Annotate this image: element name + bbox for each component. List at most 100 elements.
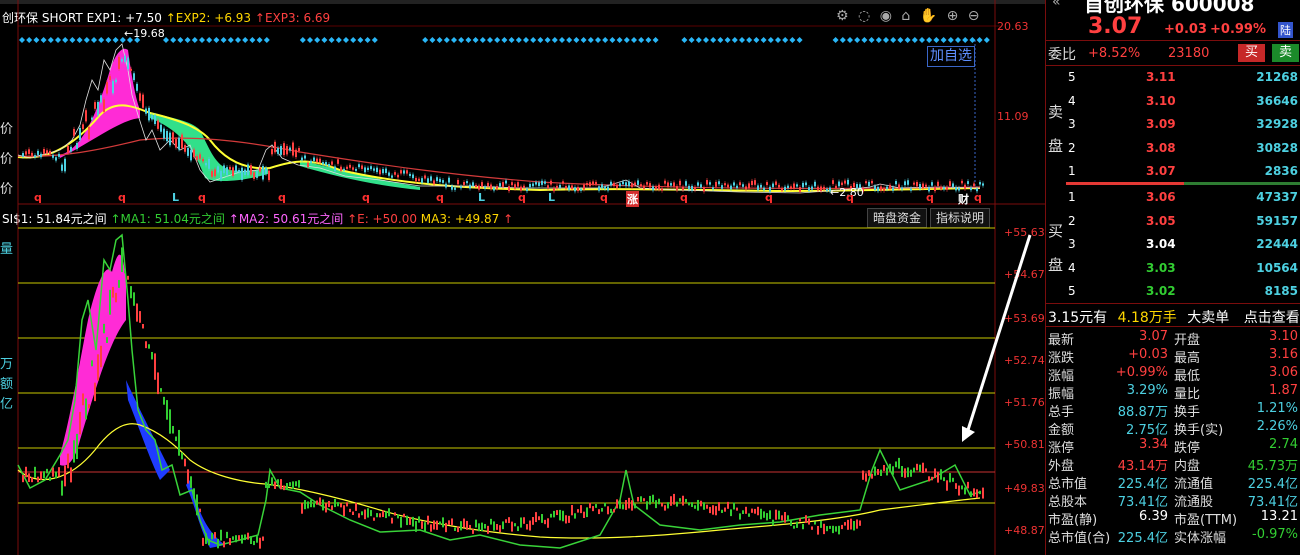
signal-diamond: [515, 37, 522, 43]
lower-candle: [661, 502, 663, 507]
stat-label: 最低: [1174, 369, 1201, 384]
lower-candle: [763, 511, 765, 518]
orderbook-row[interactable]: 2 3.08 30828: [1046, 137, 1300, 160]
kline-chart-canvas[interactable]: [0, 0, 1045, 555]
signal-diamond: [955, 37, 961, 43]
orderbook-row[interactable]: 3 3.09 32928: [1046, 113, 1300, 136]
lower-candle: [622, 504, 624, 510]
lower-candle: [145, 341, 147, 349]
lower-candle: [406, 515, 408, 526]
lower-candle: [796, 521, 798, 528]
lower-candle: [535, 512, 537, 523]
lower-candle: [400, 516, 402, 528]
chart-area[interactable]: 创环保 SHORT EXP1: +7.50 ↑EXP2: +6.93 ↑EXP3…: [0, 0, 1045, 555]
lower-candle: [259, 537, 261, 549]
lower-candle: [124, 270, 126, 274]
orderbook-row[interactable]: 5 3.11 21268: [1046, 66, 1300, 89]
order-volume: 36646: [1256, 93, 1298, 108]
lower-candle: [733, 502, 735, 510]
orderbook-row[interactable]: 1 3.07 2836: [1046, 160, 1300, 183]
lower-candle: [82, 393, 84, 406]
orderbook-row[interactable]: 2 3.05 59157: [1046, 210, 1300, 233]
stat-label: 流通值: [1174, 477, 1214, 492]
lower-candle: [364, 509, 366, 520]
orderbook-row[interactable]: 1 3.06 47337: [1046, 186, 1300, 209]
big-order-type: 大卖单: [1187, 310, 1230, 326]
lower-candle: [382, 510, 384, 518]
lower-candle: [415, 521, 417, 532]
order-level: 4: [1068, 260, 1076, 275]
lower-candle: [514, 523, 516, 527]
signal-diamond: [746, 37, 753, 43]
lower-candle: [391, 517, 393, 524]
signal-marker-q: q: [436, 191, 444, 204]
lower-candle: [250, 536, 252, 545]
order-volume: 22444: [1256, 237, 1298, 251]
signal-marker-zhang: 涨: [626, 191, 639, 207]
signal-diamond: [213, 37, 220, 43]
back-arrow-icon[interactable]: «: [1052, 0, 1061, 10]
signal-diamond: [775, 37, 781, 43]
stats-row: 最新 3.07 开盘 3.10: [1046, 329, 1300, 348]
big-order-row[interactable]: 3.15元有 4.18万手 大卖单 点击查看: [1048, 307, 1300, 327]
orderbook-row[interactable]: 4 3.10 36646: [1046, 90, 1300, 113]
stat-label: 内盘: [1174, 459, 1201, 474]
lower-candle: [919, 464, 921, 472]
orderbook-row[interactable]: 5 3.02 8185: [1046, 280, 1300, 303]
signal-diamond: [544, 37, 551, 43]
lower-magenta-band: [60, 254, 126, 466]
lower-candle: [652, 494, 654, 503]
signal-diamond: [652, 37, 659, 43]
lower-candle: [556, 510, 558, 516]
stat-value: 13.21: [1260, 509, 1298, 524]
signal-marker-q: q: [600, 191, 608, 204]
signal-diamond: [112, 37, 119, 43]
lower-candle: [553, 510, 555, 518]
order-diff-value: 23180: [1168, 46, 1210, 61]
lower-candle: [721, 509, 723, 513]
stats-row: 总手 88.87万 换手 1.21%: [1046, 401, 1300, 420]
signal-diamond: [638, 37, 645, 43]
big-order-view-link[interactable]: 点击查看: [1244, 310, 1300, 326]
lower-candle: [607, 506, 609, 515]
price-change: +0.03: [1164, 22, 1207, 37]
buy-button[interactable]: 买: [1238, 44, 1266, 62]
lower-candle: [706, 504, 708, 509]
lower-candle: [58, 467, 60, 477]
stats-row: 外盘 43.14万 内盘 45.73万: [1046, 455, 1300, 474]
stat-value: +0.99%: [1115, 365, 1168, 380]
lower-candle: [181, 452, 183, 460]
lower-candle: [928, 476, 930, 482]
signal-diamond: [451, 37, 457, 43]
lower-candle: [769, 510, 771, 520]
lower-candle: [277, 479, 279, 484]
stat-value: 225.4亿: [1247, 477, 1298, 492]
lower-candle: [709, 506, 711, 514]
lower-candle: [775, 509, 777, 520]
stat-label: 总手: [1048, 405, 1075, 420]
lower-candle: [205, 533, 207, 544]
orderbook-row[interactable]: 3 3.04 22444: [1046, 233, 1300, 256]
lower-candle: [403, 513, 405, 518]
orderbook-row[interactable]: 4 3.03 10564: [1046, 257, 1300, 280]
lower-candle: [568, 515, 570, 523]
lower-candle: [127, 275, 129, 280]
lower-candle: [175, 436, 177, 442]
lower-candle: [544, 519, 546, 525]
lower-candle: [319, 497, 321, 506]
signal-diamond: [947, 37, 954, 43]
signal-diamond: [170, 37, 177, 43]
lower-candle: [223, 541, 225, 548]
sell-button[interactable]: 卖: [1272, 44, 1300, 62]
signal-diamond: [782, 37, 789, 43]
lower-candle: [565, 515, 567, 524]
order-level: 4: [1068, 93, 1076, 108]
lower-candle: [757, 506, 759, 516]
lower-candle: [964, 487, 966, 495]
signal-diamond: [105, 37, 112, 43]
signal-diamond: [19, 37, 25, 43]
lower-candle: [79, 411, 81, 435]
signal-diamond: [602, 37, 609, 43]
lower-candle: [322, 499, 324, 511]
lower-candle: [496, 523, 498, 530]
